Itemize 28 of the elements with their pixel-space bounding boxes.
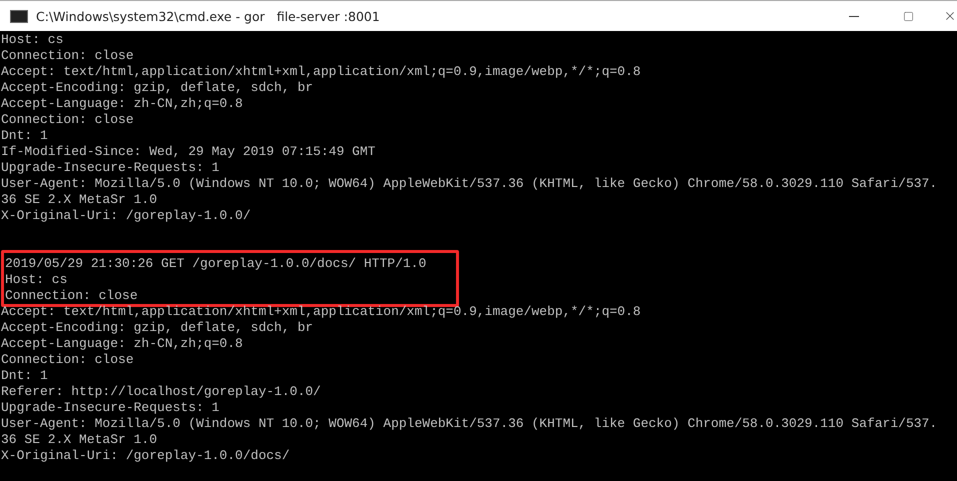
terminal-line: Dnt: 1 [1,128,49,144]
terminal-line: 36 SE 2.X MetaSr 1.0 [1,432,158,448]
terminal-line: 36 SE 2.X MetaSr 1.0 [1,192,158,208]
terminal-icon [10,10,28,22]
terminal-line: 2019/05/29 21:30:26 GET /goreplay-1.0.0/docs/ HTTP/1.0 [5,256,428,272]
terminal-line: Accept-Language: zh-CN,zh;q=0.8 [1,336,244,352]
terminal-line: Connection: close [1,112,135,128]
terminal-line: Dnt: 1 [1,368,49,384]
terminal-line: If-Modified-Since: Wed, 29 May 2019 07:15:49 GMT [1,144,376,160]
terminal-line: Connection: close [1,48,135,64]
terminal-line: Host: cs [1,32,64,48]
terminal-line: Accept-Language: zh-CN,zh;q=0.8 [1,96,244,112]
terminal-line: Upgrade-Insecure-Requests: 1 [1,160,220,176]
terminal-line: Upgrade-Insecure-Requests: 1 [1,400,220,416]
terminal-line: Accept: text/html,application/xhtml+xml,application/xml;q=0.9,image/webp,*/*;q=0.8 [1,304,642,320]
terminal-line: Accept-Encoding: gzip, deflate, sdch, br [1,80,314,96]
terminal-line: X-Original-Uri: /goreplay-1.0.0/docs/ [1,448,291,464]
terminal-line: User-Agent: Mozilla/5.0 (Windows NT 10.0; WOW64) AppleWebKit/537.36 (KHTML, like Gecko) Chrome/58.0.3029.110 Safari/537. [1,416,938,432]
terminal-line: Referer: http://localhost/goreplay-1.0.0/ [1,384,322,400]
window-title: C:\Windows\system32\cmd.exe - gor file-server :8001 [36,8,381,24]
terminal-line: Connection: close [1,352,135,368]
terminal-line: Accept-Encoding: gzip, deflate, sdch, br [1,320,314,336]
terminal-line: User-Agent: Mozilla/5.0 (Windows NT 10.0; WOW64) AppleWebKit/537.36 (KHTML, like Gecko) Chrome/58.0.3029.110 Safari/537. [1,176,938,192]
terminal-line: Accept: text/html,application/xhtml+xml,application/xml;q=0.9,image/webp,*/*;q=0.8 [1,64,642,80]
terminal-line: X-Original-Uri: /goreplay-1.0.0/ [1,208,252,224]
maximize-icon [902,10,914,22]
terminal-line: Host: cs [5,272,68,288]
terminal-line: Connection: close [5,288,139,304]
